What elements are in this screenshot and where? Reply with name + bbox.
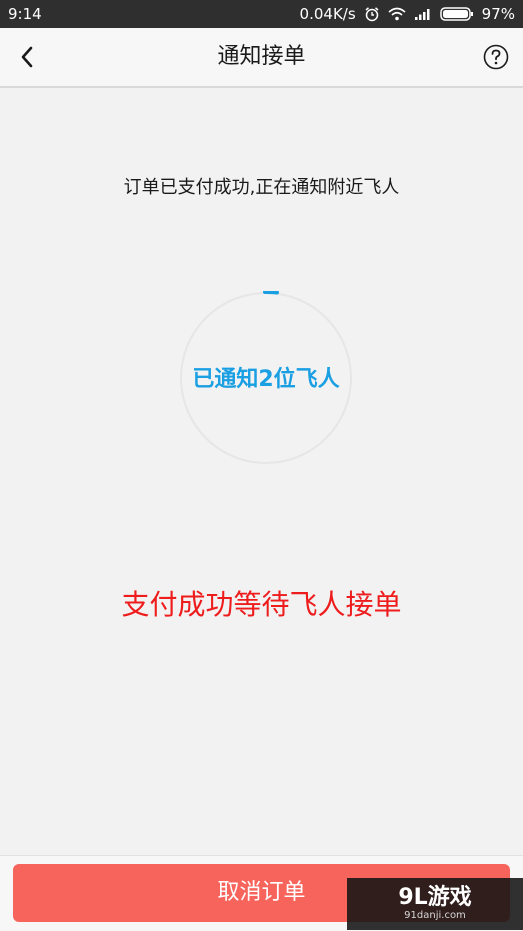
notified-count-label: 已通知2位飞人 — [179, 361, 353, 393]
battery-icon — [440, 7, 474, 21]
payment-notice: 订单已支付成功,正在通知附近飞人 — [0, 173, 523, 199]
alarm-icon — [364, 6, 380, 22]
help-circle-icon — [483, 44, 509, 70]
status-right-group: 0.04K/s — [300, 5, 515, 23]
watermark-logo-text: 9L游戏 — [398, 886, 471, 910]
status-bar: 9:14 0.04K/s — [0, 0, 523, 28]
network-speed: 0.04K/s — [300, 5, 356, 23]
wifi-icon — [388, 7, 406, 21]
nav-bar: 通知接单 — [0, 28, 523, 88]
page-title: 通知接单 — [0, 28, 523, 86]
signal-icon — [414, 7, 432, 21]
notify-progress-ring: 已通知2位飞人 — [179, 291, 353, 465]
watermark-logo: 9L游戏 91danji.com — [347, 878, 523, 930]
progress-ring-arc — [265, 292, 277, 293]
help-button[interactable] — [481, 42, 511, 72]
battery-level: 97% — [482, 5, 515, 23]
status-time: 9:14 — [8, 5, 42, 23]
waiting-status-message: 支付成功等待飞人接单 — [0, 583, 523, 623]
watermark-url: 91danji.com — [404, 910, 466, 922]
